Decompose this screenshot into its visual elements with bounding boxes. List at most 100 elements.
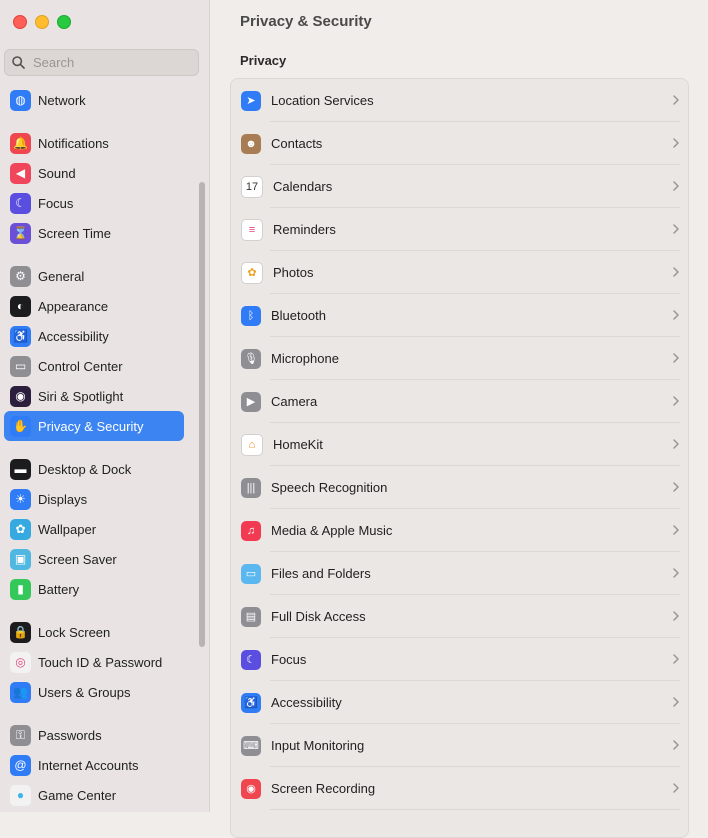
speaker-icon: ◀ [10,162,31,184]
sidebar-item-label: Lock Screen [38,624,111,640]
sidebar-item-appearance[interactable]: ◐ Appearance [4,291,184,321]
accessibility-icon: ♿ [10,325,31,347]
sidebar-item-focus[interactable]: ☾ Focus [4,188,184,218]
battery-icon: ▮ [10,578,31,600]
sidebar-item-label: Users & Groups [38,684,131,700]
privacy-row-full-disk-access[interactable]: ▤ Full Disk Access [231,595,688,638]
search-field[interactable] [4,49,199,76]
privacy-row-homekit[interactable]: ⌂ HomeKit [231,423,688,466]
privacy-row-label: Reminders [273,222,336,237]
sidebar-item-label: Desktop & Dock [38,461,132,477]
sidebar-item-label: Focus [38,195,74,211]
screensaver-icon: ▣ [10,548,31,570]
chevron-right-icon [673,740,679,750]
sidebar-list: ᛒBluetooth◍Network🔔Notifications◀Sound☾F… [0,86,200,812]
close-button[interactable] [13,15,27,29]
sidebar-item-touch-id-password[interactable]: ◎ Touch ID & Password [4,647,184,677]
calendar-icon: 17 [241,175,263,198]
privacy-row-label: Full Disk Access [271,609,366,624]
location-arrow-icon: ➤ [241,90,261,111]
chevron-right-icon [673,224,679,234]
chevron-right-icon [673,783,679,793]
toggles-icon: ▭ [10,355,31,377]
privacy-row-label: Bluetooth [271,308,326,323]
sidebar-item-displays[interactable]: ☀ Displays [4,484,184,514]
privacy-row-reminders[interactable]: ≡ Reminders [231,208,688,251]
sidebar-item-siri-spotlight[interactable]: ◉ Siri & Spotlight [4,381,184,411]
privacy-row-bluetooth[interactable]: ᛒ Bluetooth [231,294,688,337]
moon-icon: ☾ [10,192,31,214]
main-content: Privacy & Security Privacy ➤ Location Ser… [210,0,708,838]
privacy-row-label: Input Monitoring [271,738,365,753]
sidebar-item-lock-screen[interactable]: 🔒 Lock Screen [4,617,184,647]
privacy-row-contacts[interactable]: ☻ Contacts [231,122,688,165]
sidebar-item-privacy-security[interactable]: ✋ Privacy & Security [4,411,184,441]
sidebar-item-battery[interactable]: ▮ Battery [4,574,184,604]
sidebar-item-label: General [38,268,85,284]
privacy-row-speech-recognition[interactable]: ||| Speech Recognition [231,466,688,509]
sidebar-item-label: Wallpaper [38,521,97,537]
sidebar-item-desktop-dock[interactable]: ▬ Desktop & Dock [4,454,184,484]
sidebar-item-screen-time[interactable]: ⌛ Screen Time [4,218,184,248]
sidebar-item-control-center[interactable]: ▭ Control Center [4,351,184,381]
zoom-button[interactable] [57,15,71,29]
privacy-row-files-and-folders[interactable]: ▭ Files and Folders [231,552,688,595]
chevron-right-icon [673,697,679,707]
sidebar-item-label: Screen Saver [38,551,117,567]
gear-icon: ⚙ [10,265,31,287]
sidebar-item-accessibility[interactable]: ♿ Accessibility [4,321,184,351]
sidebar-scrollbar[interactable] [199,182,205,647]
music-icon: ♫ [241,520,261,541]
privacy-row-microphone[interactable]: 🎙 Microphone [231,337,688,380]
chevron-right-icon [673,611,679,621]
search-input[interactable] [31,54,185,71]
sidebar-item-internet-accounts[interactable]: @ Internet Accounts [4,750,184,780]
fingerprint-icon: ◎ [10,651,31,673]
camera-icon: ▶ [241,391,261,412]
sidebar-item-label: Internet Accounts [38,757,139,773]
sidebar-item-label: Screen Time [38,225,111,241]
privacy-row-input-monitoring[interactable]: ⌨ Input Monitoring [231,724,688,767]
sidebar-item-users-groups[interactable]: 👥 Users & Groups [4,677,184,707]
hourglass-icon: ⌛ [10,222,31,244]
sidebar-item-screen-saver[interactable]: ▣ Screen Saver [4,544,184,574]
sidebar-item-game-center[interactable]: ● Game Center [4,780,184,810]
sun-icon: ☀ [10,488,31,510]
privacy-row-label: Camera [271,394,318,409]
privacy-row-calendars[interactable]: 17 Calendars [231,165,688,208]
minimize-button[interactable] [35,15,49,29]
privacy-row-label: Files and Folders [271,566,371,581]
chevron-right-icon [673,568,679,578]
sidebar-item-sound[interactable]: ◀ Sound [4,158,184,188]
sidebar-item-wallpaper[interactable]: ✿ Wallpaper [4,514,184,544]
privacy-row-focus[interactable]: ☾ Focus [231,638,688,681]
privacy-row-screen-recording[interactable]: ◉ Screen Recording [231,767,688,810]
privacy-row-location-services[interactable]: ➤ Location Services [231,79,688,122]
privacy-row-camera[interactable]: ▶ Camera [231,380,688,423]
privacy-row-label: Photos [273,265,314,280]
section-title: Privacy [240,53,287,68]
keyboard-icon: ⌨ [241,735,261,756]
contacts-icon: ☻ [241,133,261,154]
page-title: Privacy & Security [240,13,372,30]
sidebar-item-network[interactable]: ◍ Network [4,86,184,115]
disk-icon: ▤ [241,606,261,627]
globe-icon: ◍ [10,89,31,111]
moon-icon: ☾ [241,649,261,670]
privacy-row-accessibility[interactable]: ♿ Accessibility [231,681,688,724]
chevron-right-icon [673,138,679,148]
chevron-right-icon [673,353,679,363]
privacy-row-label: Speech Recognition [271,480,388,495]
hand-icon: ✋ [10,415,31,437]
privacy-row-media-apple-music[interactable]: ♫ Media & Apple Music [231,509,688,552]
home-icon: ⌂ [241,433,263,456]
key-icon: ⚿ [10,724,31,746]
chevron-right-icon [673,525,679,535]
privacy-row-label: Contacts [271,136,323,151]
gamecenter-icon: ● [10,784,31,806]
privacy-row-photos[interactable]: ✿ Photos [231,251,688,294]
sidebar-item-notifications[interactable]: 🔔 Notifications [4,128,184,158]
sidebar-item-general[interactable]: ⚙ General [4,261,184,291]
sidebar-item-passwords[interactable]: ⚿ Passwords [4,720,184,750]
sidebar-item-label: Accessibility [38,328,109,344]
